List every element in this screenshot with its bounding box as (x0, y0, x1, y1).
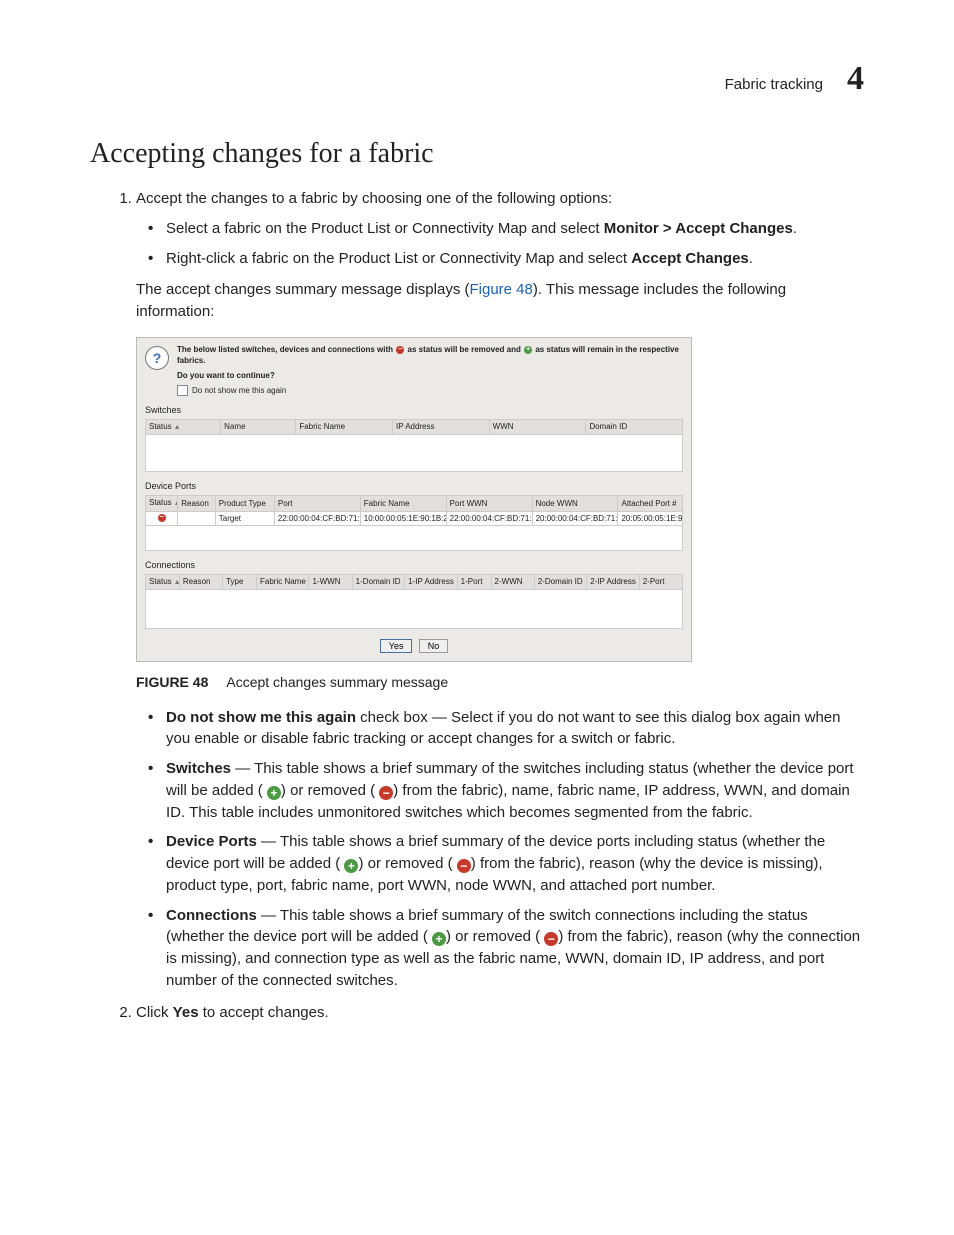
figure-ref-link[interactable]: Figure 48 (469, 281, 532, 298)
minus-dot-icon: − (158, 514, 166, 522)
msg-mid: as status will be removed and (405, 345, 523, 354)
dp-col-pwwn[interactable]: Port WWN (446, 496, 532, 511)
explain-dontshow: Do not show me this again check box — Se… (166, 707, 864, 751)
chapter-number: 4 (847, 60, 864, 98)
opt2-bold: Accept Changes (631, 250, 749, 267)
explain-deviceports: Device Ports — This table shows a brief … (166, 831, 864, 896)
minus-dot-icon: − (396, 346, 404, 354)
e3-bold: Connections (166, 907, 257, 924)
option-menu: Select a fabric on the Product List or C… (166, 218, 864, 240)
e2-mid: ) or removed ( (358, 855, 456, 872)
dont-show-checkbox[interactable] (177, 385, 188, 396)
minus-icon: − (457, 859, 471, 873)
step-1-options: Select a fabric on the Product List or C… (136, 218, 864, 270)
c-col-1wwn[interactable]: 1-WWN (309, 575, 352, 590)
c-col-1ip[interactable]: 1-IP Address (405, 575, 457, 590)
deviceports-label: Device Ports (145, 480, 683, 493)
figure-caption: FIGURE 48 Accept changes summary message (136, 672, 864, 692)
figure-text: Accept changes summary message (226, 674, 448, 690)
col-domain[interactable]: Domain ID (586, 420, 683, 435)
option-context: Right-click a fabric on the Product List… (166, 248, 864, 270)
c-col-2wwn[interactable]: 2-WWN (491, 575, 534, 590)
col-status[interactable]: Status (146, 420, 221, 435)
minus-icon: − (379, 786, 393, 800)
para-pre: The accept changes summary message displ… (136, 281, 469, 298)
cell-nwwn: 20:00:00:04:CF:BD:71:1B (532, 511, 618, 526)
cell-ptype: Target (215, 511, 274, 526)
step2-post: to accept changes. (199, 1004, 329, 1021)
step-1: Accept the changes to a fabric by choosi… (136, 188, 864, 992)
figure-48: ? The below listed switches, devices and… (136, 337, 864, 693)
col-name[interactable]: Name (221, 420, 296, 435)
step2-bold: Yes (173, 1004, 199, 1021)
dont-show-label: Do not show me this again (192, 385, 286, 397)
help-icon: ? (145, 346, 169, 370)
step2-pre: Click (136, 1004, 173, 1021)
c-col-fabric[interactable]: Fabric Name (257, 575, 309, 590)
cell-attached: 20:05:00:05:1E:90:52:FA (618, 511, 683, 526)
dp-col-port[interactable]: Port (274, 496, 360, 511)
deviceports-table: Status Reason Product Type Port Fabric N… (145, 495, 683, 526)
step-1-text: Accept the changes to a fabric by choosi… (136, 190, 612, 207)
e1-bold: Switches (166, 760, 231, 777)
col-fabric[interactable]: Fabric Name (296, 420, 393, 435)
figure-number: FIGURE 48 (136, 674, 208, 690)
opt1-suffix: . (793, 220, 797, 237)
explain-connections: Connections — This table shows a brief s… (166, 905, 864, 992)
opt2-prefix: Right-click a fabric on the Product List… (166, 250, 631, 267)
explain-list: Do not show me this again check box — Se… (136, 707, 864, 992)
col-wwn[interactable]: WWN (489, 420, 586, 435)
c-col-type[interactable]: Type (223, 575, 257, 590)
accept-changes-dialog: ? The below listed switches, devices and… (136, 337, 692, 663)
step-2: Click Yes to accept changes. (136, 1002, 864, 1024)
switches-label: Switches (145, 404, 683, 417)
cell-fabric: 10:00:00:05:1E:90:1B:27 (360, 511, 446, 526)
dp-col-attached[interactable]: Attached Port # (618, 496, 683, 511)
col-ip[interactable]: IP Address (393, 420, 490, 435)
cell-pwwn: 22:00:00:04:CF:BD:71:1B (446, 511, 532, 526)
c-col-reason[interactable]: Reason (179, 575, 222, 590)
dp-col-nwwn[interactable]: Node WWN (532, 496, 618, 511)
c-col-1dom[interactable]: 1-Domain ID (352, 575, 404, 590)
continue-question: Do you want to continue? (177, 370, 683, 382)
dp-col-reason[interactable]: Reason (178, 496, 216, 511)
cell-reason (178, 511, 216, 526)
plus-icon: + (432, 932, 446, 946)
dp-col-fabric[interactable]: Fabric Name (360, 496, 446, 511)
opt2-suffix: . (749, 250, 753, 267)
page-title: Accepting changes for a fabric (90, 138, 864, 170)
e2-bold: Device Ports (166, 833, 257, 850)
step-list: Accept the changes to a fabric by choosi… (116, 188, 864, 1023)
e0-bold: Do not show me this again (166, 709, 356, 726)
c-col-2ip[interactable]: 2-IP Address (587, 575, 639, 590)
c-col-status[interactable]: Status (146, 575, 180, 590)
plus-icon: + (344, 859, 358, 873)
opt1-bold: Monitor > Accept Changes (604, 220, 793, 237)
e3-mid: ) or removed ( (446, 928, 544, 945)
no-button[interactable]: No (419, 639, 449, 653)
connections-label: Connections (145, 559, 683, 572)
c-col-1port[interactable]: 1-Port (457, 575, 491, 590)
msg-pre: The below listed switches, devices and c… (177, 345, 395, 354)
dp-col-ptype[interactable]: Product Type (215, 496, 274, 511)
cell-port: 22:00:00:04:CF:BD:71:1B (274, 511, 360, 526)
page-header: Fabric tracking 4 (90, 60, 864, 98)
minus-icon: − (544, 932, 558, 946)
header-title: Fabric tracking (725, 76, 823, 93)
e1-mid: ) or removed ( (281, 782, 379, 799)
yes-button[interactable]: Yes (380, 639, 413, 653)
switches-table: Status Name Fabric Name IP Address WWN D… (145, 419, 683, 435)
table-row: − Target 22:00:00:04:CF:BD:71:1B 10:00:0… (146, 511, 683, 526)
connections-table: Status Reason Type Fabric Name 1-WWN 1-D… (145, 574, 683, 590)
plus-dot-icon: + (524, 346, 532, 354)
explain-switches: Switches — This table shows a brief summ… (166, 758, 864, 823)
summary-para: The accept changes summary message displ… (136, 279, 864, 323)
plus-icon: + (267, 786, 281, 800)
c-col-2dom[interactable]: 2-Domain ID (534, 575, 586, 590)
dp-col-status[interactable]: Status (146, 496, 178, 511)
c-col-2port[interactable]: 2-Port (639, 575, 682, 590)
opt1-prefix: Select a fabric on the Product List or C… (166, 220, 604, 237)
